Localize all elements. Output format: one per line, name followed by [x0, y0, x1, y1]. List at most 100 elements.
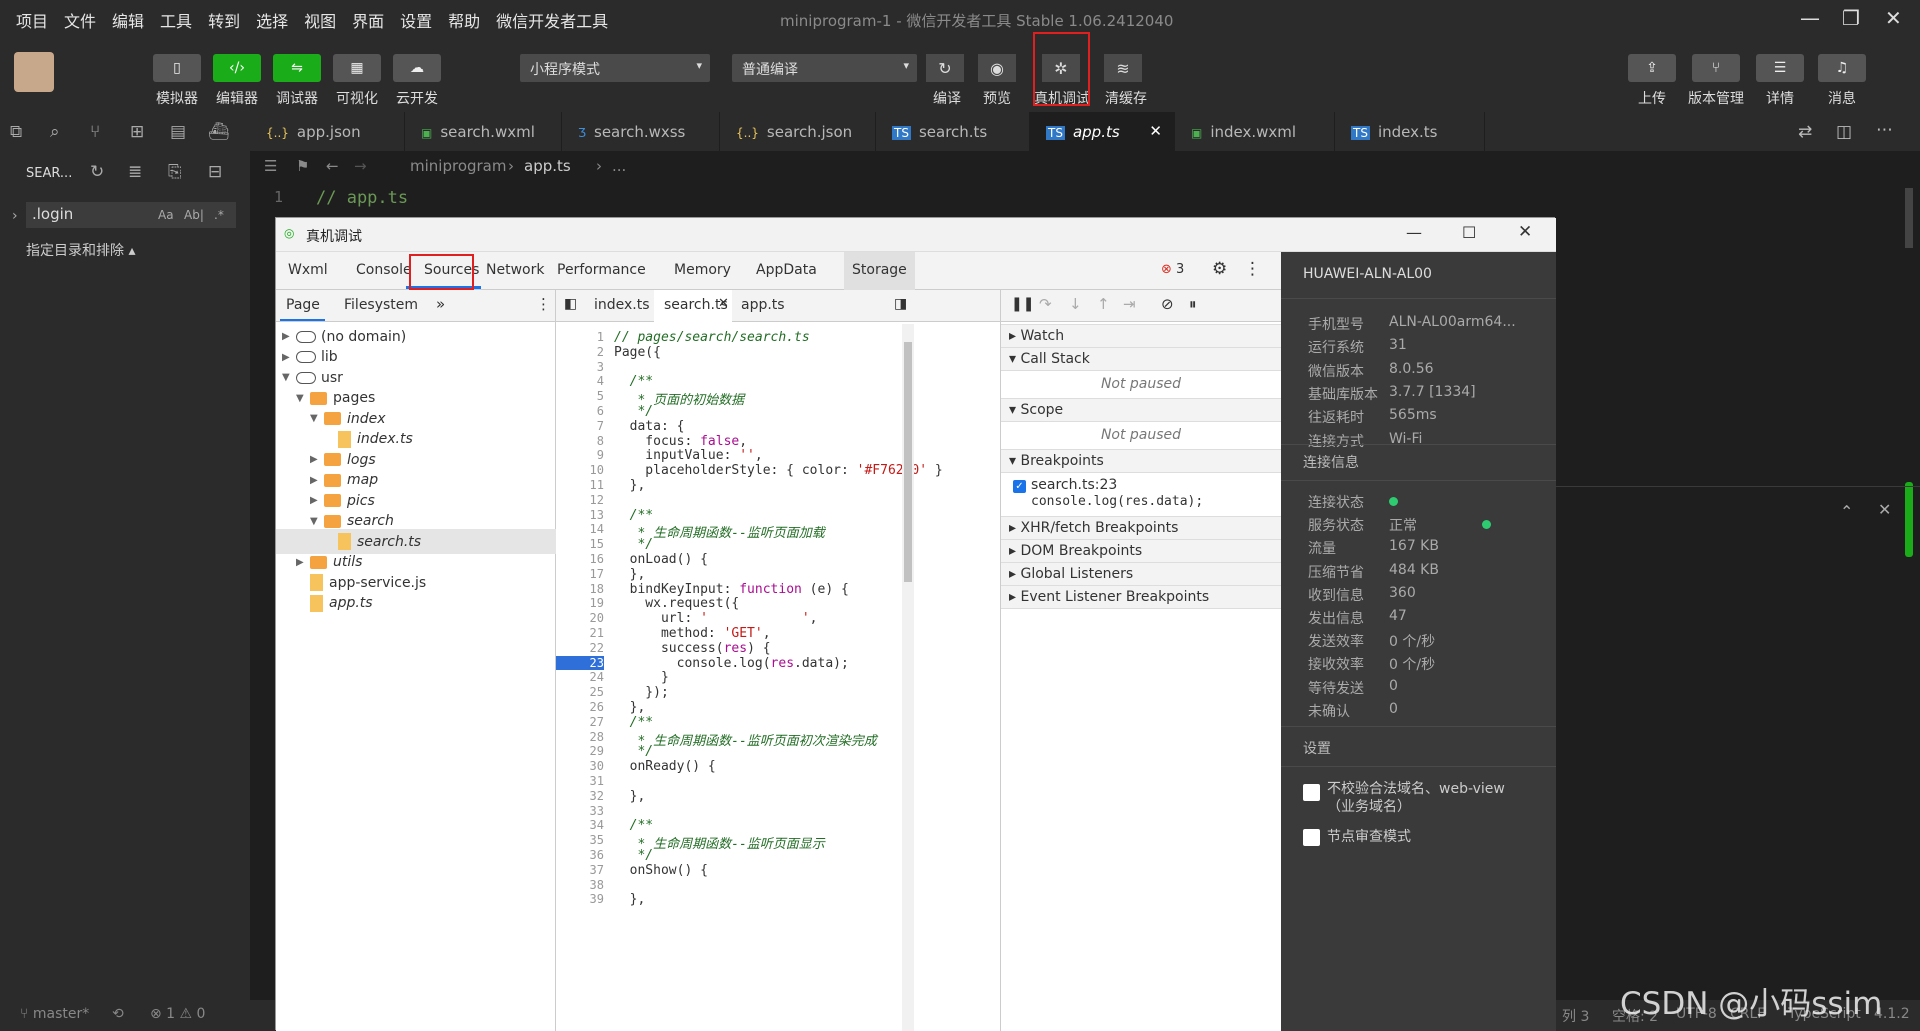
explorer-icon[interactable]: ⧉: [10, 122, 22, 142]
code-scrollbar-thumb[interactable]: [904, 342, 912, 582]
line-number[interactable]: 32: [556, 789, 604, 803]
breadcrumb-more[interactable]: ...: [612, 157, 626, 175]
line-number[interactable]: 16: [556, 552, 604, 566]
layout-icon[interactable]: ▤: [170, 122, 186, 142]
visual-icon[interactable]: ▦: [333, 54, 381, 82]
line-number[interactable]: 29: [556, 744, 604, 758]
whole-word-icon[interactable]: Ab|: [184, 208, 204, 222]
close-icon[interactable]: ✕: [1885, 6, 1902, 30]
refresh-icon[interactable]: ↻: [90, 162, 104, 182]
line-number[interactable]: 20: [556, 611, 604, 625]
line-number[interactable]: 14: [556, 522, 604, 536]
breadcrumb-file[interactable]: app.ts: [524, 157, 571, 175]
menu-devtools[interactable]: 微信开发者工具: [496, 8, 608, 32]
back-icon[interactable]: ←: [326, 157, 339, 175]
line-number[interactable]: 35: [556, 833, 604, 847]
line-number[interactable]: 24: [556, 670, 604, 684]
line-number[interactable]: 25: [556, 685, 604, 699]
tab-page[interactable]: Page: [286, 297, 320, 313]
error-icon[interactable]: ⊗: [1161, 262, 1172, 277]
tree-item[interactable]: app.ts: [296, 591, 373, 616]
breakpoint-location[interactable]: search.ts:23: [1031, 477, 1117, 493]
new-search-icon[interactable]: ⎘: [168, 162, 182, 182]
upload-label[interactable]: 上传: [1617, 88, 1687, 108]
maximize-icon[interactable]: ❐: [1842, 6, 1860, 30]
skip-domain-check-checkbox[interactable]: [1303, 784, 1320, 801]
forward-icon[interactable]: →: [354, 157, 367, 175]
line-number[interactable]: 11: [556, 478, 604, 492]
step-out-icon[interactable]: ↑: [1097, 295, 1110, 313]
step-icon[interactable]: ⇥: [1123, 295, 1136, 313]
version-label[interactable]: 版本管理: [1681, 88, 1751, 108]
global-listeners-section[interactable]: ▸ Global Listeners: [1001, 562, 1281, 586]
line-number[interactable]: 21: [556, 626, 604, 640]
tab-index-ts[interactable]: TS index.ts: [1335, 112, 1485, 152]
panel-close-icon[interactable]: ✕: [1878, 500, 1891, 519]
menu-project[interactable]: 项目: [16, 8, 48, 32]
step-over-icon[interactable]: ↷: [1039, 295, 1052, 313]
messages-icon[interactable]: ♫: [1818, 54, 1866, 82]
tab-appdata[interactable]: AppData: [756, 262, 817, 278]
clear-cache-label[interactable]: 清缓存: [1091, 88, 1161, 108]
line-number[interactable]: 33: [556, 804, 604, 818]
version-icon[interactable]: ⑂: [1692, 54, 1740, 82]
line-number[interactable]: 1: [556, 330, 604, 344]
line-number[interactable]: 31: [556, 774, 604, 788]
minimap-thumb[interactable]: [1905, 482, 1913, 557]
tab-network[interactable]: Network: [486, 262, 544, 278]
line-number[interactable]: 13: [556, 508, 604, 522]
node-inspect-label[interactable]: 节点审查模式: [1327, 826, 1411, 846]
breakpoint-checkbox[interactable]: ✓: [1013, 480, 1026, 493]
source-control-icon[interactable]: ⑂: [90, 122, 100, 142]
pause-icon[interactable]: ❚❚: [1011, 296, 1034, 312]
chevron-right-icon[interactable]: ›: [12, 208, 18, 224]
tab-close-icon[interactable]: ✕: [718, 296, 729, 311]
line-number[interactable]: 3: [556, 360, 604, 374]
chevron-right-icon[interactable]: ▶: [282, 331, 296, 342]
line-number[interactable]: 18: [556, 582, 604, 596]
chevron-down-icon[interactable]: ▼: [310, 516, 324, 527]
chevron-right-icon[interactable]: ▶: [296, 557, 310, 568]
include-exclude-toggle[interactable]: 指定目录和排除 ▴: [26, 240, 135, 260]
menu-select[interactable]: 选择: [256, 8, 288, 32]
skip-domain-check-label[interactable]: 不校验合法域名、web-view（业务域名）: [1327, 780, 1527, 816]
menu-file[interactable]: 文件: [64, 8, 96, 32]
line-number[interactable]: 5: [556, 389, 604, 403]
call-stack-section[interactable]: ▾ Call Stack: [1001, 347, 1281, 371]
details-label[interactable]: 详情: [1745, 88, 1815, 108]
menu-edit[interactable]: 编辑: [112, 8, 144, 32]
code-line[interactable]: 39 },: [556, 892, 986, 910]
tab-filesystem[interactable]: Filesystem: [344, 297, 418, 313]
list-icon[interactable]: ☰: [264, 157, 277, 175]
deactivate-breakpoints-icon[interactable]: ⊘: [1161, 295, 1174, 313]
line-number[interactable]: 36: [556, 848, 604, 862]
debugger-icon[interactable]: ⇋: [273, 54, 321, 82]
upload-icon[interactable]: ⇪: [1628, 54, 1676, 82]
chevron-right-icon[interactable]: ▶: [310, 475, 324, 486]
chevron-right-icon[interactable]: ▶: [282, 352, 296, 363]
chevron-right-icon[interactable]: ▶: [310, 495, 324, 506]
line-number[interactable]: 4: [556, 374, 604, 388]
source-tab-active[interactable]: search.ts ✕: [654, 290, 732, 322]
line-number[interactable]: 2: [556, 345, 604, 359]
menu-goto[interactable]: 转到: [208, 8, 240, 32]
line-number[interactable]: 38: [556, 878, 604, 892]
source-tab-app-ts[interactable]: app.ts: [741, 297, 785, 313]
panel-collapse-icon[interactable]: ⌃: [1840, 502, 1853, 521]
chevron-down-icon[interactable]: ▼: [296, 393, 310, 404]
line-number[interactable]: 27: [556, 715, 604, 729]
error-count[interactable]: 3: [1176, 262, 1184, 277]
line-number[interactable]: 30: [556, 759, 604, 773]
menu-settings[interactable]: 设置: [400, 8, 432, 32]
search-icon[interactable]: ⌕: [50, 122, 60, 142]
menu-help[interactable]: 帮助: [448, 8, 480, 32]
mode-select[interactable]: 小程序模式: [520, 54, 710, 82]
tab-memory[interactable]: Memory: [674, 262, 731, 278]
tab-app-json[interactable]: {..} app.json: [250, 112, 405, 152]
line-number[interactable]: 9: [556, 448, 604, 462]
xhr-breakpoints-section[interactable]: ▸ XHR/fetch Breakpoints: [1001, 516, 1281, 540]
compile-select[interactable]: 普通编译: [732, 54, 917, 82]
pause-on-exceptions-icon[interactable]: ⏸: [1189, 295, 1197, 313]
line-number[interactable]: 28: [556, 730, 604, 744]
branch-indicator[interactable]: ⑂ master*: [20, 1006, 89, 1022]
